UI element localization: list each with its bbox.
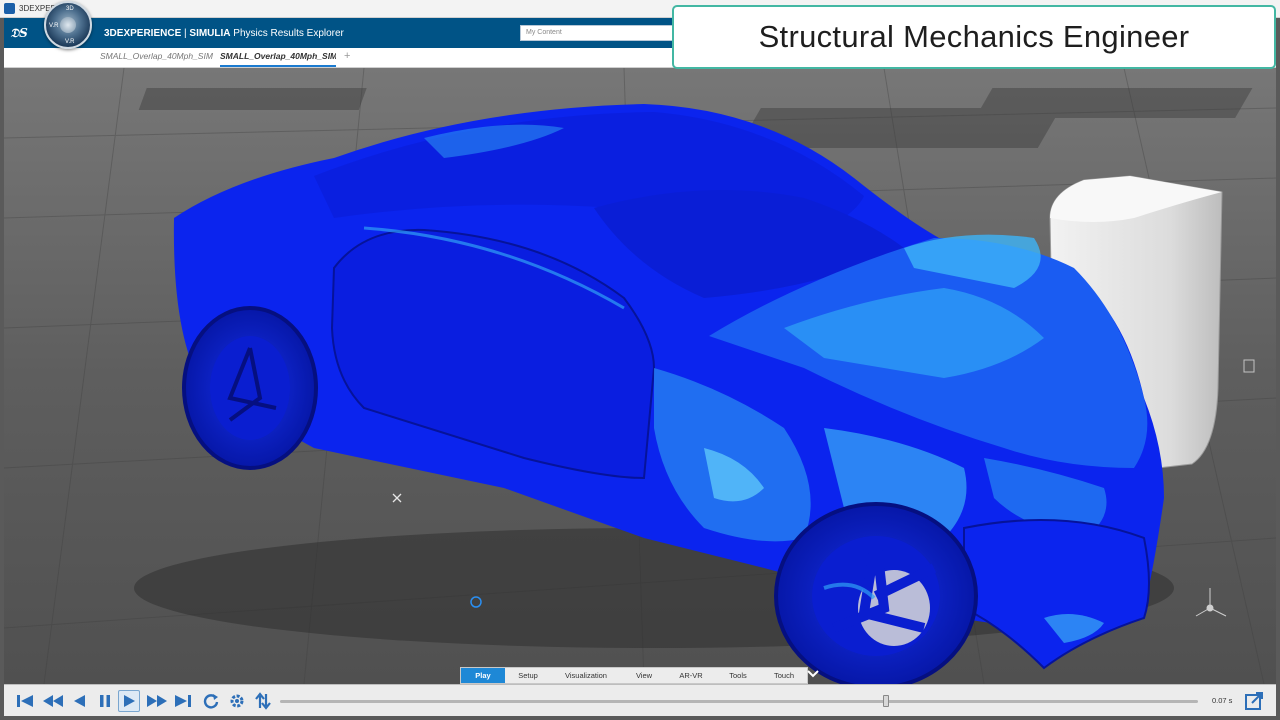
gear-icon[interactable] (226, 690, 248, 712)
3d-viewport[interactable] (4, 68, 1276, 684)
playback-bar: 0.07 s (4, 684, 1276, 716)
bounce-icon[interactable] (252, 690, 274, 712)
compass-icon[interactable]: 3D V.R V.R (44, 1, 92, 49)
tab-document-1[interactable]: SMALL_Overlap_40Mph_SIM (100, 51, 214, 67)
title-separator: | (181, 27, 190, 39)
action-bar-tabs: Play Setup Visualization View AR-VR Tool… (460, 667, 808, 684)
brand-name: 3DEXPERIENCE (104, 27, 182, 39)
timeline-handle[interactable] (882, 695, 889, 707)
product-name: SIMULIA (189, 27, 231, 39)
play-icon[interactable] (118, 690, 140, 712)
compass-label-bottom: V.R (65, 39, 75, 45)
chevron-down-icon[interactable] (806, 667, 820, 681)
role-banner: Structural Mechanics Engineer (672, 5, 1276, 69)
compass-center[interactable] (60, 17, 76, 33)
menu-tab-view[interactable]: View (621, 668, 667, 683)
search-input[interactable]: My Content (520, 25, 680, 41)
app-window: 3DEXPERIENCE 𝔇S 3DEXPERIENCE | SIMULIA P… (0, 0, 1280, 720)
export-icon[interactable] (1242, 689, 1266, 713)
tab-document-2[interactable]: SMALL_Overlap_40Mph_SIM (220, 51, 336, 67)
menu-tab-tools[interactable]: Tools (715, 668, 761, 683)
pause-icon[interactable] (94, 690, 116, 712)
timeline-track[interactable] (280, 700, 1198, 703)
time-readout: 0.07 s (1212, 696, 1233, 705)
compass-label-left: V.R (49, 23, 59, 29)
app-title: 3DEXPERIENCE | SIMULIA Physics Results E… (104, 18, 344, 48)
menu-tab-touch[interactable]: Touch (761, 668, 807, 683)
menu-tab-visualization[interactable]: Visualization (551, 668, 621, 683)
fast-backward-icon[interactable] (42, 690, 64, 712)
first-frame-icon[interactable] (14, 690, 36, 712)
loop-icon[interactable] (200, 690, 222, 712)
app-name: Physics Results Explorer (230, 27, 344, 39)
menu-tab-play[interactable]: Play (461, 668, 505, 683)
role-banner-text: Structural Mechanics Engineer (758, 19, 1190, 54)
dassault-logo-icon[interactable]: 𝔇S (4, 18, 34, 48)
scene-render (4, 68, 1276, 684)
fast-forward-icon[interactable] (146, 690, 168, 712)
compass-label-top: 3D (66, 6, 74, 12)
last-frame-icon[interactable] (172, 690, 194, 712)
menu-tab-ar-vr[interactable]: AR-VR (667, 668, 715, 683)
menu-tab-setup[interactable]: Setup (505, 668, 551, 683)
app-icon (4, 3, 15, 14)
play-reverse-icon[interactable] (68, 690, 90, 712)
add-tab-button[interactable]: + (344, 50, 350, 62)
